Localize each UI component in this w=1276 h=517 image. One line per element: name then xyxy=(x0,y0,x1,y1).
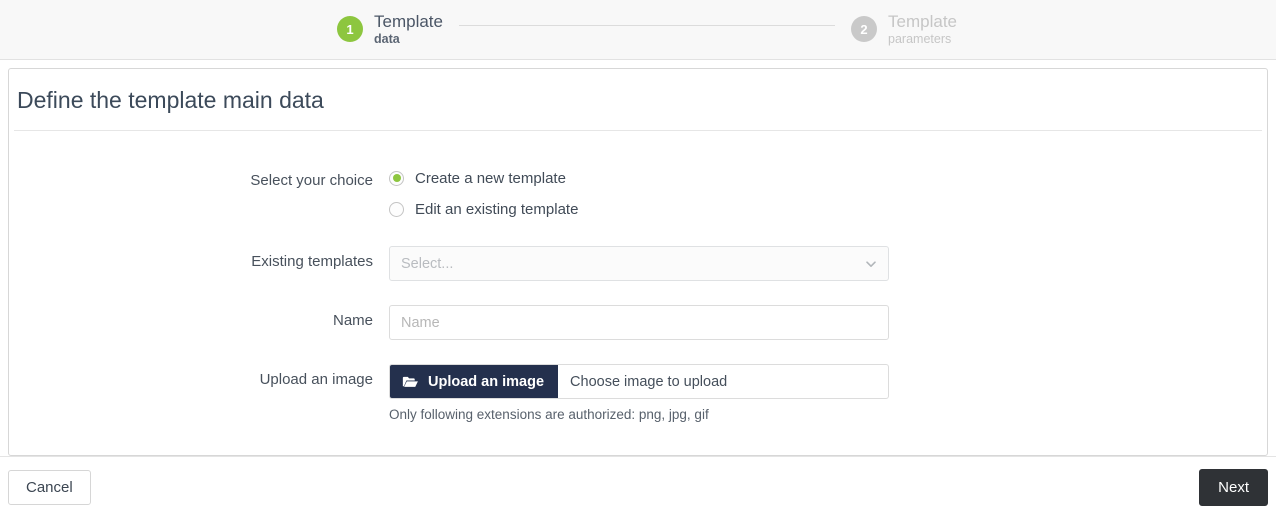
form-row-name: Name xyxy=(9,305,1267,340)
step-1-text: Template data xyxy=(374,11,443,48)
radio-create-new-template[interactable]: Create a new template xyxy=(389,165,889,191)
page-title: Define the template main data xyxy=(17,87,324,113)
footer-actions: Cancel Next xyxy=(0,456,1276,517)
choice-label: Select your choice xyxy=(250,172,373,189)
wizard-steps: 1 Template data 2 Template parameters xyxy=(337,11,957,48)
upload-image-button[interactable]: Upload an image xyxy=(390,365,559,398)
form-row-choice: Select your choice Create a new template… xyxy=(9,165,1267,222)
existing-templates-label: Existing templates xyxy=(251,253,373,270)
step-1-title: Template xyxy=(374,12,443,32)
next-button[interactable]: Next xyxy=(1199,468,1268,506)
upload-image-button-label: Upload an image xyxy=(428,373,545,390)
wizard-step-1[interactable]: 1 Template data xyxy=(337,11,443,48)
existing-templates-select[interactable]: Select... xyxy=(389,246,889,281)
content-card: Define the template main data Select you… xyxy=(8,68,1268,456)
form-row-upload: Upload an image Upload an image Choose i… xyxy=(9,364,1267,422)
name-input[interactable] xyxy=(389,305,889,340)
step-2-title: Template xyxy=(888,12,957,32)
radio-edit-existing-template-mark[interactable] xyxy=(389,201,404,217)
step-1-badge: 1 xyxy=(337,16,363,43)
name-control xyxy=(389,305,889,340)
step-2-text: Template parameters xyxy=(888,11,957,48)
step-2-badge: 2 xyxy=(851,16,878,43)
upload-filename-display[interactable]: Choose image to upload xyxy=(558,365,888,398)
cancel-button[interactable]: Cancel xyxy=(8,469,91,505)
upload-help-text: Only following extensions are authorized… xyxy=(389,407,709,422)
radio-edit-existing-template[interactable]: Edit an existing template xyxy=(389,196,889,222)
name-label: Name xyxy=(332,312,373,329)
upload-label: Upload an image xyxy=(259,371,373,388)
existing-templates-selected-value: Select... xyxy=(401,255,454,272)
wizard-step-2[interactable]: 2 Template parameters xyxy=(851,11,957,48)
radio-edit-existing-template-label: Edit an existing template xyxy=(415,200,579,218)
radio-create-new-template-mark[interactable] xyxy=(389,170,404,186)
wizard-step-bar: 1 Template data 2 Template parameters xyxy=(0,0,1276,60)
form-row-existing-templates: Existing templates Select... xyxy=(9,246,1267,281)
chevron-down-icon xyxy=(866,260,876,267)
step-2-subtitle: parameters xyxy=(888,32,952,47)
page-title-wrap: Define the template main data xyxy=(9,69,1267,131)
step-1-subtitle: data xyxy=(374,32,400,47)
step-connector-line xyxy=(458,25,836,26)
existing-templates-control: Select... xyxy=(389,246,889,281)
upload-input-group: Upload an image Choose image to upload xyxy=(389,364,889,399)
radio-create-new-template-label: Create a new template xyxy=(415,169,566,187)
template-form: Select your choice Create a new template… xyxy=(9,131,1267,422)
upload-control: Upload an image Choose image to upload O… xyxy=(389,364,889,422)
choice-radio-group[interactable]: Create a new template Edit an existing t… xyxy=(389,165,889,222)
folder-open-icon xyxy=(402,376,418,387)
radio-selected-dot xyxy=(392,174,401,182)
